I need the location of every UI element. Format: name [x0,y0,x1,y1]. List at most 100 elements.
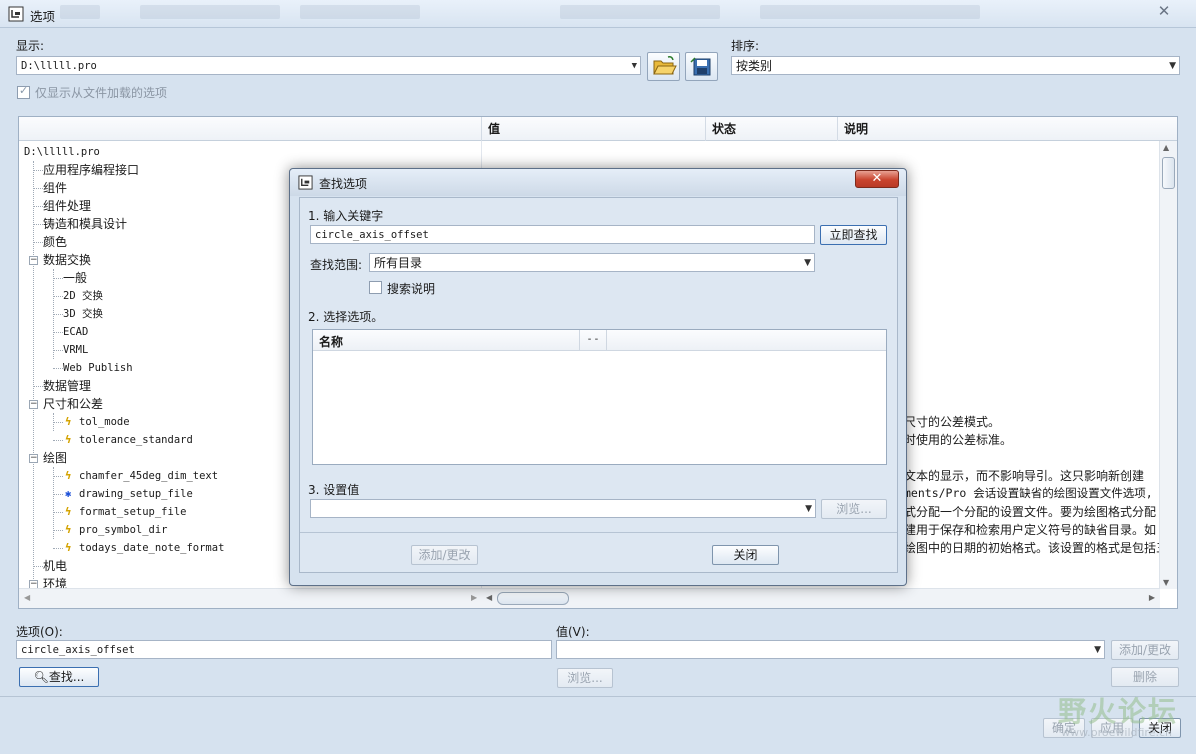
lightning-icon: ϟ [65,470,72,482]
background-toolbar-ghost [560,5,720,19]
chevron-down-icon[interactable]: ▼ [1169,58,1176,74]
display-value: D:\lllll.pro [21,60,97,72]
scroll-right-icon[interactable]: ▶ [471,593,477,602]
collapse-toggle-icon[interactable]: − [29,454,38,463]
vertical-scrollbar[interactable]: ▲ ▼ [1159,141,1177,589]
tree-connector [53,422,63,423]
tree-item-todays-date-note-format[interactable]: ϟ todays_date_note_format [65,539,224,557]
open-file-button[interactable] [647,52,680,81]
scroll-right-icon[interactable]: ▶ [1149,593,1155,602]
collapse-toggle-icon[interactable]: − [29,256,38,265]
column-header-extra[interactable]: - - [579,330,607,351]
tree-item-assembly-processing[interactable]: 组件处理 [43,197,91,215]
scroll-left-icon[interactable]: ◀ [24,593,30,602]
dialog-close-button[interactable]: ✕ [855,170,899,188]
tree-item-general[interactable]: 一般 [63,269,87,287]
column-header-value[interactable]: 值 [481,117,705,141]
display-combo[interactable]: D:\lllll.pro ▼ [16,56,641,75]
scroll-thumb[interactable] [497,592,569,605]
sort-label: 排序: [731,39,760,53]
tree-item-electromechanical[interactable]: 机电 [43,557,67,575]
tree-item-chamfer-45deg-dim-text[interactable]: ϟ chamfer_45deg_dim_text [65,467,218,485]
save-file-button[interactable] [685,52,718,81]
only-loaded-label: 仅显示从文件加载的选项 [35,86,168,100]
scroll-up-icon[interactable]: ▲ [1163,143,1169,152]
step3-label: 3. 设置值 [308,483,360,497]
tree-item-data-management[interactable]: 数据管理 [43,377,91,395]
lightning-icon: ϟ [65,542,72,554]
option-input[interactable]: circle_axis_offset [16,640,552,659]
tree-item-api[interactable]: 应用程序编程接口 [43,161,139,179]
tree-item-color[interactable]: 颜色 [43,233,67,251]
keyword-input[interactable]: circle_axis_offset [310,225,815,244]
description-chamfer: 文本的显示，而不影响导引。这只影响新创建 [904,469,1145,483]
tree-item-tolerance-standard[interactable]: ϟ tolerance_standard [65,431,193,449]
app-options-icon [8,6,24,22]
tree-connector [53,314,63,315]
tree-connector [53,296,63,297]
tree-guide-line [53,467,54,539]
tree-connector [33,242,43,243]
tree-item-assembly[interactable]: 组件 [43,179,67,197]
tree-item-tol-mode[interactable]: ϟ tol_mode [65,413,130,431]
tree-item-ecad[interactable]: ECAD [63,323,88,341]
results-list-header: 名称 - - [313,330,886,351]
tree-connector [53,476,63,477]
tree-item-drawing[interactable]: 绘图 [43,449,67,467]
tree-item-format-setup-file[interactable]: ϟ format_setup_file [65,503,186,521]
tree-connector [53,368,63,369]
chevron-down-icon[interactable]: ▼ [804,255,811,271]
results-list[interactable]: 名称 - - [312,329,887,465]
set-value-combo[interactable]: ▼ [310,499,816,518]
dialog-add-change-button[interactable]: 添加/更改 [411,545,478,565]
tree-item-web-publish[interactable]: Web Publish [63,359,133,377]
collapse-toggle-icon[interactable]: − [29,400,38,409]
window-close-button[interactable]: ✕ [1144,1,1184,21]
horizontal-scrollbar[interactable]: ◀ ▶ ◀ ▶ [19,588,1160,608]
column-header-name[interactable]: 名称 [319,333,343,350]
scope-label: 查找范围: [310,258,363,272]
browse-button[interactable]: 浏览... [557,668,613,688]
window-title: 选项 [30,9,56,24]
chevron-down-icon[interactable]: ▼ [805,501,812,517]
dialog-browse-button[interactable]: 浏览... [821,499,887,519]
tree-item-casting-mold[interactable]: 铸造和模具设计 [43,215,127,233]
delete-button[interactable]: 删除 [1111,667,1179,687]
scroll-left-icon[interactable]: ◀ [486,593,492,602]
tree-connector [33,188,43,189]
lightning-icon: ϟ [65,506,72,518]
tree-item-data-exchange[interactable]: 数据交换 [43,251,91,269]
tree-item-dimensions-tolerances[interactable]: 尺寸和公差 [43,395,103,413]
tree-item-2d-exchange[interactable]: 2D 交换 [63,287,103,305]
tree-item-drawing-setup-file[interactable]: ✱ drawing_setup_file [65,485,193,503]
tree-item-3d-exchange[interactable]: 3D 交换 [63,305,103,323]
scope-combo[interactable]: 所有目录 ▼ [369,253,815,272]
tree-connector [33,206,43,207]
search-description-label: 搜索说明 [387,282,436,296]
background-toolbar-ghost [140,5,280,19]
display-label: 显示: [16,39,45,53]
column-header-description[interactable]: 说明 [837,117,1157,141]
background-toolbar-ghost [300,5,420,19]
tree-root[interactable]: D:\lllll.pro [24,143,100,161]
tree-connector [53,332,63,333]
app-options-icon [298,175,313,190]
value-combo[interactable]: ▼ [556,640,1105,659]
search-description-checkbox[interactable] [369,281,382,294]
tree-item-vrml[interactable]: VRML [63,341,88,359]
find-now-button[interactable]: 立即查找 [820,225,887,245]
column-header-status[interactable]: 状态 [705,117,837,141]
find-button[interactable]: 🔍︎查找... [19,667,99,687]
sort-combo[interactable]: 按类别 ▼ [731,56,1180,75]
chevron-down-icon[interactable]: ▼ [632,58,637,74]
tree-item-pro-symbol-dir[interactable]: ϟ pro_symbol_dir [65,521,168,539]
chevron-down-icon[interactable]: ▼ [1094,642,1101,658]
scroll-thumb[interactable] [1162,157,1175,189]
scroll-down-icon[interactable]: ▼ [1163,578,1169,587]
only-loaded-checkbox[interactable] [17,84,30,99]
dialog-close-action-button[interactable]: 关闭 [712,545,779,565]
close-icon: ✕ [1157,2,1171,20]
find-options-dialog: 查找选项 ✕ 1. 输入关键字 circle_axis_offset 立即查找 … [289,168,907,586]
add-change-button[interactable]: 添加/更改 [1111,640,1179,660]
tree-connector [33,386,43,387]
